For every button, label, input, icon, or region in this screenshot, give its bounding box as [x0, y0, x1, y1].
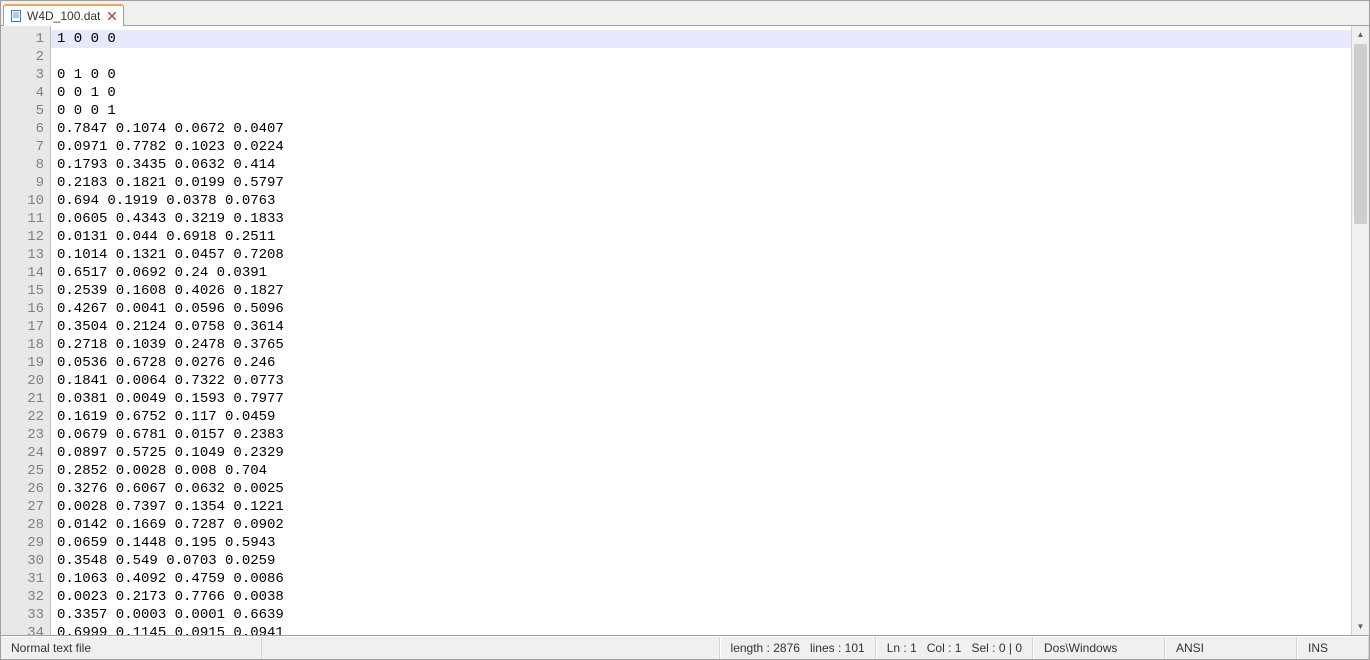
code-line: 0.1063 0.4092 0.4759 0.0086 [57, 571, 284, 587]
scroll-thumb[interactable] [1354, 44, 1367, 224]
line-number: 15 [1, 282, 44, 300]
line-number: 5 [1, 102, 44, 120]
code-content[interactable]: 1 0 0 0 0 1 0 0 0 0 1 0 0 0 0 1 0.7847 0… [51, 26, 1351, 635]
line-number: 21 [1, 390, 44, 408]
code-line: 0.2183 0.1821 0.0199 0.5797 [57, 175, 284, 191]
code-line: 1 0 0 0 [51, 30, 1351, 48]
code-line: 0.1619 0.6752 0.117 0.0459 [57, 409, 275, 425]
line-number: 23 [1, 426, 44, 444]
line-number: 27 [1, 498, 44, 516]
code-line: 0.0897 0.5725 0.1049 0.2329 [57, 445, 284, 461]
line-number: 3 [1, 66, 44, 84]
code-line: 0.3357 0.0003 0.0001 0.6639 [57, 607, 284, 623]
line-number: 10 [1, 192, 44, 210]
code-line: 0.0028 0.7397 0.1354 0.1221 [57, 499, 284, 515]
status-eol: Dos\Windows [1033, 637, 1165, 659]
line-number: 11 [1, 210, 44, 228]
line-number: 29 [1, 534, 44, 552]
code-line: 0.0131 0.044 0.6918 0.2511 [57, 229, 275, 245]
status-sel-label: Sel : [972, 641, 996, 655]
line-number: 26 [1, 480, 44, 498]
code-line: 0.1841 0.0064 0.7322 0.0773 [57, 373, 284, 389]
code-line: 0.2539 0.1608 0.4026 0.1827 [57, 283, 284, 299]
line-number: 7 [1, 138, 44, 156]
code-line: 0.2852 0.0028 0.008 0.704 [57, 463, 267, 479]
line-number: 6 [1, 120, 44, 138]
code-line: 0.0971 0.7782 0.1023 0.0224 [57, 139, 284, 155]
line-number: 16 [1, 300, 44, 318]
status-length-label: length : [731, 641, 770, 655]
status-ln-label: Ln : [887, 641, 907, 655]
code-line: 0.1014 0.1321 0.0457 0.7208 [57, 247, 284, 263]
code-line: 0.0605 0.4343 0.3219 0.1833 [57, 211, 284, 227]
scroll-up-arrow[interactable]: ▲ [1353, 26, 1368, 43]
status-encoding: ANSI [1165, 637, 1297, 659]
status-sel-value: 0 | 0 [999, 641, 1022, 655]
status-filetype: Normal text file [1, 637, 262, 659]
status-insert-mode: INS [1297, 637, 1369, 659]
line-number: 24 [1, 444, 44, 462]
status-length: length : 2876 lines : 101 [720, 637, 876, 659]
editor-window: W4D_100.dat 1234567891011121314151617181… [0, 0, 1370, 660]
line-number: 25 [1, 462, 44, 480]
editor-area: 1234567891011121314151617181920212223242… [1, 26, 1369, 636]
code-line: 0.0679 0.6781 0.0157 0.2383 [57, 427, 284, 443]
code-line: 0.6999 0.1145 0.0915 0.0941 [57, 625, 284, 635]
line-number: 20 [1, 372, 44, 390]
code-line: 0 1 0 0 [57, 67, 116, 83]
code-line: 0.4267 0.0041 0.0596 0.5096 [57, 301, 284, 317]
line-number: 17 [1, 318, 44, 336]
code-line: 0 0 1 0 [57, 85, 116, 101]
tab-bar: W4D_100.dat [1, 1, 1369, 26]
status-length-value: 2876 [773, 641, 800, 655]
line-number: 14 [1, 264, 44, 282]
status-col-value: 1 [955, 641, 962, 655]
code-line: 0.6517 0.0692 0.24 0.0391 [57, 265, 267, 281]
close-icon[interactable] [107, 11, 117, 21]
line-number: 31 [1, 570, 44, 588]
status-spacer [262, 637, 720, 659]
line-number: 8 [1, 156, 44, 174]
status-lines-label: lines : [810, 641, 841, 655]
line-number: 9 [1, 174, 44, 192]
line-number: 30 [1, 552, 44, 570]
line-number: 34 [1, 624, 44, 636]
code-line: 0.3504 0.2124 0.0758 0.3614 [57, 319, 284, 335]
file-tab[interactable]: W4D_100.dat [3, 4, 124, 26]
status-lines-value: 101 [845, 641, 865, 655]
tab-filename: W4D_100.dat [27, 9, 100, 23]
vertical-scrollbar[interactable]: ▲ ▼ [1351, 26, 1369, 635]
code-line: 0.0381 0.0049 0.1593 0.7977 [57, 391, 284, 407]
status-cursor: Ln : 1 Col : 1 Sel : 0 | 0 [876, 637, 1033, 659]
line-number: 1 [1, 30, 44, 48]
code-line: 0.7847 0.1074 0.0672 0.0407 [57, 121, 284, 137]
line-number: 19 [1, 354, 44, 372]
code-line: 0.3276 0.6067 0.0632 0.0025 [57, 481, 284, 497]
code-line: 0.0142 0.1669 0.7287 0.0902 [57, 517, 284, 533]
code-line: 0.0536 0.6728 0.0276 0.246 [57, 355, 275, 371]
code-line: 0.0023 0.2173 0.7766 0.0038 [57, 589, 284, 605]
code-line: 0.1793 0.3435 0.0632 0.414 [57, 157, 275, 173]
line-number: 12 [1, 228, 44, 246]
line-number: 4 [1, 84, 44, 102]
line-number: 33 [1, 606, 44, 624]
scroll-down-arrow[interactable]: ▼ [1353, 618, 1368, 635]
line-number: 2 [1, 48, 44, 66]
code-line: 0.694 0.1919 0.0378 0.0763 [57, 193, 275, 209]
code-line: 0.2718 0.1039 0.2478 0.3765 [57, 337, 284, 353]
line-number: 32 [1, 588, 44, 606]
code-line: 0.0659 0.1448 0.195 0.5943 [57, 535, 275, 551]
line-number-gutter: 1234567891011121314151617181920212223242… [1, 26, 51, 635]
code-line: 0.3548 0.549 0.0703 0.0259 [57, 553, 275, 569]
code-line: 0 0 0 1 [57, 103, 116, 119]
line-number: 13 [1, 246, 44, 264]
line-number: 18 [1, 336, 44, 354]
line-number: 28 [1, 516, 44, 534]
file-icon [10, 10, 22, 22]
status-col-label: Col : [927, 641, 952, 655]
status-ln-value: 1 [910, 641, 917, 655]
line-number: 22 [1, 408, 44, 426]
status-bar: Normal text file length : 2876 lines : 1… [1, 636, 1369, 659]
